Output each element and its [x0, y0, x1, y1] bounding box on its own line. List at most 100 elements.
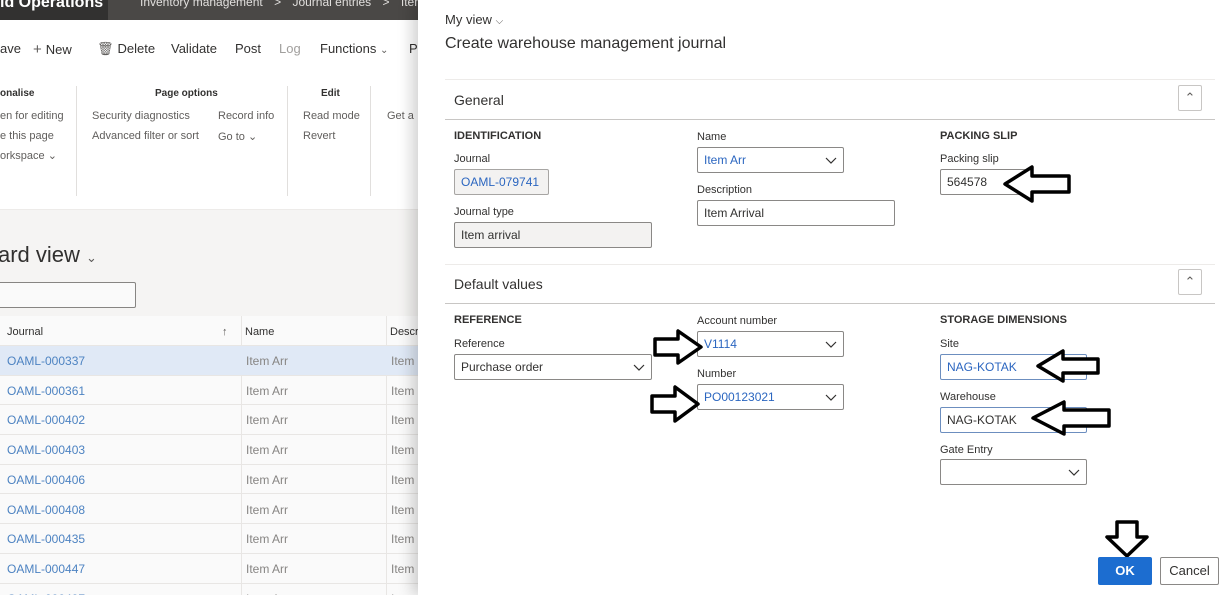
chevron-down-icon [825, 394, 837, 401]
get-link[interactable]: Get a [387, 110, 414, 122]
reference-dropdown[interactable]: Purchase order [454, 354, 652, 380]
column-header-name[interactable]: Name [245, 326, 274, 338]
go-to-menu[interactable]: Go to ⌄ [218, 130, 257, 143]
grid-header: Journal ↑ Name Descr [0, 316, 420, 346]
description-cell: Item [391, 561, 415, 576]
table-row[interactable]: OAML-000402 Item Arr Item [0, 405, 420, 436]
journal-cell[interactable]: OAML-000361 [7, 384, 85, 398]
table-row[interactable]: OAML-000408 Item Arr Item [0, 495, 420, 525]
number-dropdown[interactable]: PO00123021 [697, 384, 844, 410]
journal-cell[interactable]: OAML-000447 [7, 562, 85, 576]
description-cell: Item [391, 502, 415, 517]
chevron-down-icon [825, 157, 837, 164]
name-cell: Item Arr [246, 354, 289, 368]
breadcrumb-item[interactable]: Journal entries [292, 0, 371, 9]
packing-slip-group-title: PACKING SLIP [940, 130, 1018, 142]
name-cell: Item Arr [246, 413, 289, 428]
filter-input[interactable] [0, 282, 136, 308]
personalise-group-title: onalise [0, 88, 35, 99]
breadcrumb-item[interactable]: Inventory management [140, 0, 263, 9]
ok-button[interactable]: OK [1098, 557, 1152, 585]
annotation-arrow-icon [1003, 165, 1071, 203]
journal-field[interactable]: OAML-079741 [454, 169, 549, 195]
column-header-journal[interactable]: Journal [7, 326, 43, 338]
name-label: Name [697, 131, 727, 143]
name-dropdown[interactable]: Item Arr [697, 147, 844, 173]
reference-value: Purchase order [461, 360, 544, 374]
new-button[interactable]: + New [33, 41, 72, 58]
table-row[interactable]: OAML-000497 Item A Item [0, 584, 420, 595]
dialog-title: Create warehouse management journal [445, 35, 727, 52]
security-diagnostics-link[interactable]: Security diagnostics [92, 110, 190, 122]
collapse-default-values-button[interactable]: ⌃ [1178, 269, 1202, 295]
edit-group-title: Edit [321, 88, 340, 99]
general-section-header[interactable]: General ⌃ [445, 80, 1215, 120]
name-cell: Item Arr [246, 383, 289, 398]
record-info-link[interactable]: Record info [218, 110, 274, 122]
chevron-down-icon: ⌄ [247, 131, 258, 143]
top-navigation-bar: ıd Operations Inventory management > Jou… [0, 0, 438, 20]
table-row[interactable]: OAML-000406 Item Arr Item [0, 465, 420, 495]
storage-dimensions-group-title: STORAGE DIMENSIONS [940, 314, 1067, 326]
table-row[interactable]: OAML-000361 Item Arr Item [0, 376, 420, 406]
account-number-value: V1114 [704, 337, 737, 351]
table-row[interactable]: OAML-000447 Item Arr Item [0, 554, 420, 584]
name-cell: Item Arr [246, 561, 289, 576]
journal-cell[interactable]: OAML-000402 [7, 413, 85, 427]
journal-label: Journal [454, 153, 491, 165]
name-value: Item Arr [704, 153, 747, 167]
view-selector[interactable]: ard view ⌄ [0, 242, 97, 268]
default-values-section-header[interactable]: Default values ⌃ [445, 264, 1215, 304]
functions-menu[interactable]: Functions ⌄ [320, 41, 388, 56]
save-button[interactable]: ave [0, 41, 21, 56]
delete-button[interactable]: 🗑 Delete [97, 41, 155, 57]
my-view-selector[interactable]: My view ⌵ [445, 12, 503, 27]
journal-cell[interactable]: OAML-000408 [7, 503, 85, 517]
collapse-general-button[interactable]: ⌃ [1178, 85, 1202, 111]
breadcrumb-separator: > [274, 0, 282, 9]
journal-cell[interactable]: OAML-000337 [7, 354, 85, 368]
journal-cell[interactable]: OAML-000497 [7, 592, 85, 595]
breadcrumb: Inventory management > Journal entries >… [108, 0, 438, 20]
table-row[interactable]: OAML-000435 Item Arr Item [0, 524, 420, 554]
annotation-arrow-icon [1031, 400, 1111, 436]
read-mode-link[interactable]: Read mode [303, 110, 360, 122]
table-row[interactable]: OAML-000403 Item Arr Item [0, 435, 420, 465]
journal-grid: Journal ↑ Name Descr OAML-000337 Item Arr… [0, 316, 420, 595]
create-journal-dialog: My view ⌵ Create warehouse management jo… [418, 0, 1226, 595]
chevron-down-icon: ⌵ [495, 16, 504, 27]
app-title[interactable]: ıd Operations [0, 0, 103, 12]
description-input[interactable]: Item Arrival [697, 200, 895, 226]
default-values-section-title: Default values [454, 276, 543, 292]
chevron-down-icon: ⌄ [380, 45, 389, 56]
view-title: ard view [0, 242, 80, 267]
account-number-dropdown[interactable]: V1114 [697, 331, 844, 357]
gate-entry-dropdown[interactable] [940, 459, 1087, 485]
advanced-filter-link[interactable]: Advanced filter or sort [92, 130, 199, 142]
journal-cell[interactable]: OAML-000435 [7, 532, 85, 546]
description-cell: Item [391, 592, 414, 595]
plus-icon: + [33, 41, 42, 58]
description-cell: Item [391, 472, 415, 487]
my-view-label: My view [445, 12, 492, 27]
number-value: PO00123021 [704, 390, 775, 404]
log-button[interactable]: Log [279, 41, 301, 56]
cancel-button[interactable]: Cancel [1160, 557, 1219, 585]
name-cell: Item A [246, 592, 280, 595]
table-row[interactable]: OAML-000337 Item Arr Item [0, 346, 420, 376]
post-button[interactable]: Post [235, 41, 261, 56]
personalise-page-link[interactable]: e this page [0, 130, 54, 142]
workspace-menu[interactable]: orkspace ⌄ [0, 149, 57, 162]
annotation-arrow-icon [1036, 349, 1100, 383]
revert-link[interactable]: Revert [303, 130, 335, 142]
validate-button[interactable]: Validate [171, 41, 217, 56]
open-for-editing-link[interactable]: en for editing [0, 110, 64, 122]
journal-type-field[interactable]: Item arrival [454, 222, 652, 248]
journal-cell[interactable]: OAML-000403 [7, 443, 85, 457]
delete-button-label: Delete [117, 41, 156, 56]
sort-ascending-icon[interactable]: ↑ [222, 326, 228, 338]
chevron-down-icon [1068, 469, 1080, 476]
journal-cell[interactable]: OAML-000406 [7, 473, 85, 487]
column-header-description[interactable]: Descr [390, 326, 419, 338]
chevron-up-icon: ⌃ [1184, 274, 1196, 289]
